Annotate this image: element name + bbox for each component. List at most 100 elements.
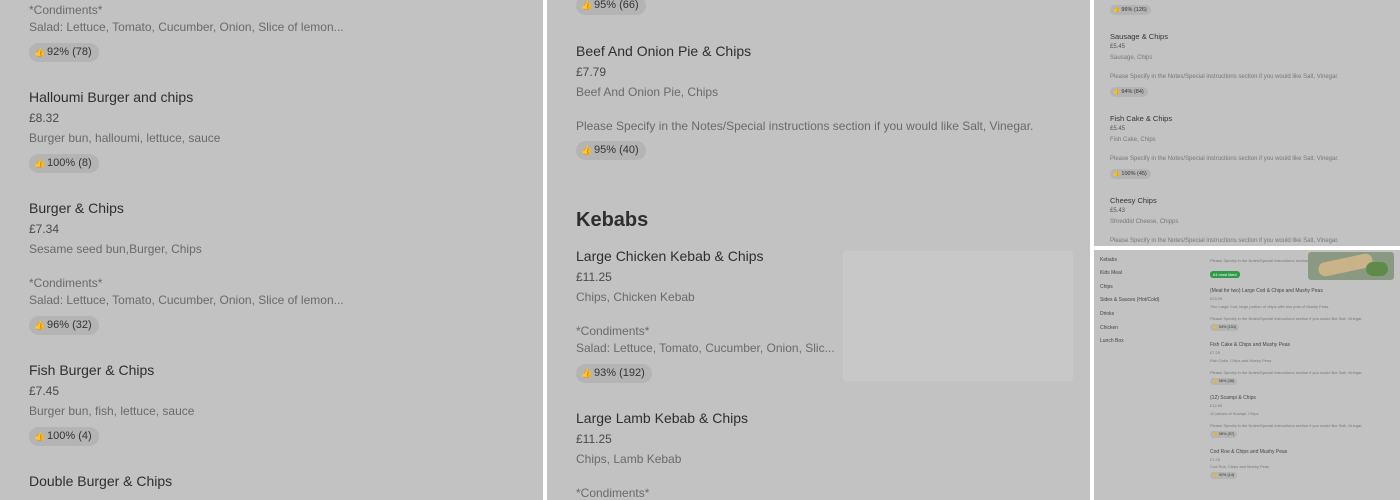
item-description: Shreddid Cheese, Chipps <box>1110 219 1179 225</box>
menu-panel-middle: 👍 95% (66) Beef And Onion Pie & Chips £7.… <box>547 0 1090 500</box>
rating-text: 95% (66) <box>594 0 639 11</box>
most-liked-badge: #1 most liked <box>1210 271 1240 278</box>
rating-badge: 👍 100% (4) <box>29 427 99 446</box>
rating-badge: 👍 93% (192) <box>576 364 652 383</box>
thumbs-up-icon: 👍 <box>581 145 593 155</box>
condiments-label: *Condiments* <box>576 486 650 500</box>
rating-badge: 👍 94% (84) <box>1110 87 1148 97</box>
rating-text: 96% (126) <box>1121 7 1147 13</box>
item-name: Halloumi Burger and chips <box>29 89 194 105</box>
thumbs-up-icon: 👍 <box>1213 379 1218 383</box>
rating-text: 100% (8) <box>47 157 92 169</box>
item-price: £11.25 <box>576 270 612 284</box>
rating-text: 96% (32) <box>47 319 92 331</box>
fish-and-chips-image <box>1308 252 1394 280</box>
item-name: Burger & Chips <box>29 200 124 216</box>
category-link[interactable]: Chips <box>1100 284 1113 290</box>
item-description: Beef And Onion Pie, Chips <box>576 85 719 99</box>
item-name: Double Burger & Chips <box>29 473 173 489</box>
rating-badge: 👍 98% (97) <box>1210 431 1238 438</box>
rating-text: 94% (84) <box>1121 89 1144 95</box>
item-name: (12) Scampi & Chips <box>1210 395 1256 401</box>
menu-panel-bottom-right: Kebabs Kids Meal Chips Sides & Sauces (H… <box>1094 250 1400 500</box>
category-link[interactable]: Kebabs <box>1100 257 1117 263</box>
rating-text: 98% (97) <box>1218 432 1235 436</box>
item-description: 12 pieces of Scampi, Chips <box>1210 411 1259 416</box>
rating-text: 95% (40) <box>594 144 639 156</box>
item-description: Two Large Cod, large portion of chips wi… <box>1210 304 1330 309</box>
item-price: £5.45 <box>1110 126 1126 132</box>
item-note: Please Specify in the Notes/Special inst… <box>1110 156 1339 162</box>
item-description: Sesame seed bun,Burger, Chips <box>29 242 202 256</box>
thumbs-up-icon: 👍 <box>1213 432 1218 436</box>
item-description: Cod Roe, Chips and Mushy Peas <box>1210 464 1270 469</box>
item-price: £7.25 <box>1210 350 1221 355</box>
item-name: Beef And Onion Pie & Chips <box>576 43 752 59</box>
item-price: £5.43 <box>1110 208 1126 214</box>
category-link[interactable]: Chicken <box>1100 325 1118 331</box>
thumbs-up-icon: 👍 <box>1113 171 1120 177</box>
item-name: Fish Cake & Chips and Mushy Peas <box>1210 342 1291 348</box>
item-name: Large Chicken Kebab & Chips <box>576 248 764 264</box>
thumbs-up-icon: 👍 <box>581 368 593 378</box>
item-price: £7.79 <box>576 65 607 79</box>
item-name: Fish Burger & Chips <box>29 362 155 378</box>
item-note: Please Specify in the Notes/Special inst… <box>1110 74 1339 80</box>
rating-badge: 👍 96% (38) <box>1210 378 1238 385</box>
item-price: £12.69 <box>1210 403 1223 408</box>
rating-badge: 👍 94% (151) <box>1210 324 1240 331</box>
thumbs-up-icon: 👍 <box>34 320 46 330</box>
rating-badge: 👍 96% (32) <box>29 316 99 335</box>
rating-badge: 👍 100% (8) <box>29 154 99 173</box>
item-name: Cod Roe & Chips and Mushy Peas <box>1210 449 1288 455</box>
category-link[interactable]: Drinks <box>1100 311 1114 317</box>
category-link[interactable]: Sides & Sauces (Hot/Cold) <box>1100 297 1159 303</box>
item-description: Sausage, Chips <box>1110 55 1153 61</box>
condiments-label: *Condiments* <box>29 3 103 17</box>
condiments-text: Salad: Lettuce, Tomato, Cucumber, Onion,… <box>29 20 344 34</box>
rating-badge: 👍 95% (66) <box>576 0 646 15</box>
rating-text: 94% (151) <box>1218 325 1237 329</box>
thumbs-up-icon: 👍 <box>34 431 46 441</box>
item-name: Sausage & Chips <box>1110 32 1168 41</box>
category-link[interactable]: Lunch Box <box>1100 338 1124 344</box>
rating-text: 92% (14) <box>1218 473 1235 477</box>
thumbs-up-icon: 👍 <box>1213 325 1218 329</box>
rating-badge: 👍 100% (45) <box>1110 169 1151 179</box>
rating-text: 92% (78) <box>47 46 92 58</box>
item-price: £11.25 <box>576 432 612 446</box>
thumbs-up-icon: 👍 <box>581 0 593 10</box>
item-note: Please Specify in the Notes/Special inst… <box>576 119 1034 133</box>
rating-text: 93% (192) <box>594 367 645 379</box>
item-image-placeholder <box>843 251 1073 381</box>
item-note: Please Specify in the Notes/Special inst… <box>1210 370 1363 375</box>
rating-badge: 👍 96% (126) <box>1110 5 1151 15</box>
rating-text: 100% (45) <box>1121 171 1147 177</box>
item-price: £7.45 <box>29 384 60 398</box>
category-link[interactable]: Kids Meal <box>1100 270 1122 276</box>
condiments-text: Salad: Lettuce, Tomato, Cucumber, Onion,… <box>29 293 344 307</box>
item-name: Large Lamb Kebab & Chips <box>576 410 748 426</box>
item-description: Burger bun, halloumi, lettuce, sauce <box>29 131 221 145</box>
item-name: Cheesy Chips <box>1110 196 1157 205</box>
item-note: Please Specify in the Notes/Special inst… <box>1210 423 1363 428</box>
item-price: £23.99 <box>1210 296 1223 301</box>
item-note: Please Specify in the Notes/Special inst… <box>1210 316 1363 321</box>
item-price: £7.25 <box>1210 457 1221 462</box>
item-description: Chips, Lamb Kebab <box>576 452 682 466</box>
thumbs-up-icon: 👍 <box>1213 473 1218 477</box>
item-price: £8.32 <box>29 111 60 125</box>
item-price: £5.45 <box>1110 44 1126 50</box>
rating-badge: 👍 92% (78) <box>29 43 99 62</box>
item-price: £7.34 <box>29 222 60 236</box>
rating-text: 100% (4) <box>47 430 92 442</box>
section-title-kebabs: Kebabs <box>576 209 649 231</box>
rating-text: 96% (38) <box>1218 379 1235 383</box>
condiments-label: *Condiments* <box>576 324 650 338</box>
thumbs-up-icon: 👍 <box>34 47 46 57</box>
thumbs-up-icon: 👍 <box>1113 89 1120 95</box>
item-note: Please Specify in the Notes/Special inst… <box>1110 238 1339 244</box>
menu-panel-top-right: 👍 96% (126) Sausage & Chips £5.45 Sausag… <box>1094 0 1400 246</box>
condiments-label: *Condiments* <box>29 276 103 290</box>
item-description: Fish Cake, Chips and Mushy Peas <box>1210 358 1272 363</box>
